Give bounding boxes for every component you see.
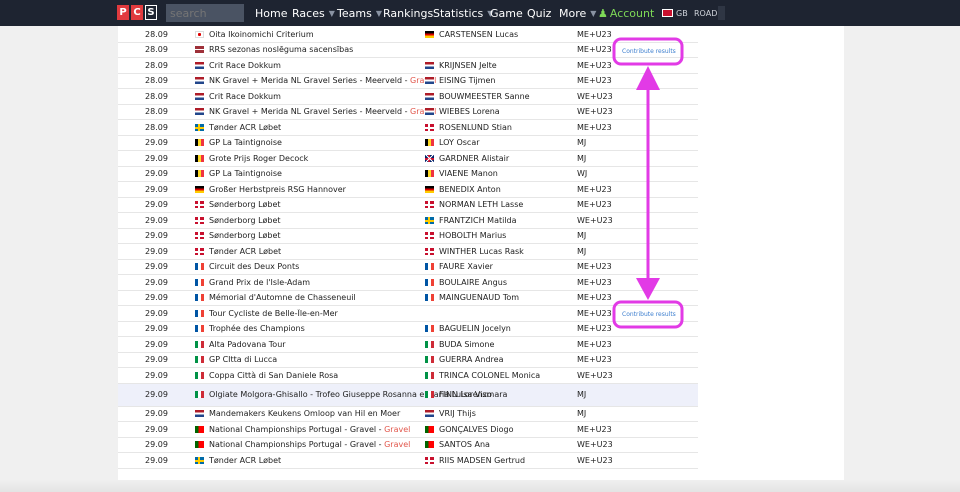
arrow-head-down-icon xyxy=(636,278,660,300)
arrow-head-up-icon xyxy=(636,66,660,90)
highlight-box-bottom xyxy=(612,300,684,329)
highlight-box-top xyxy=(612,37,684,66)
page-bottom-edge xyxy=(0,480,960,492)
annotation-overlay xyxy=(612,37,684,329)
